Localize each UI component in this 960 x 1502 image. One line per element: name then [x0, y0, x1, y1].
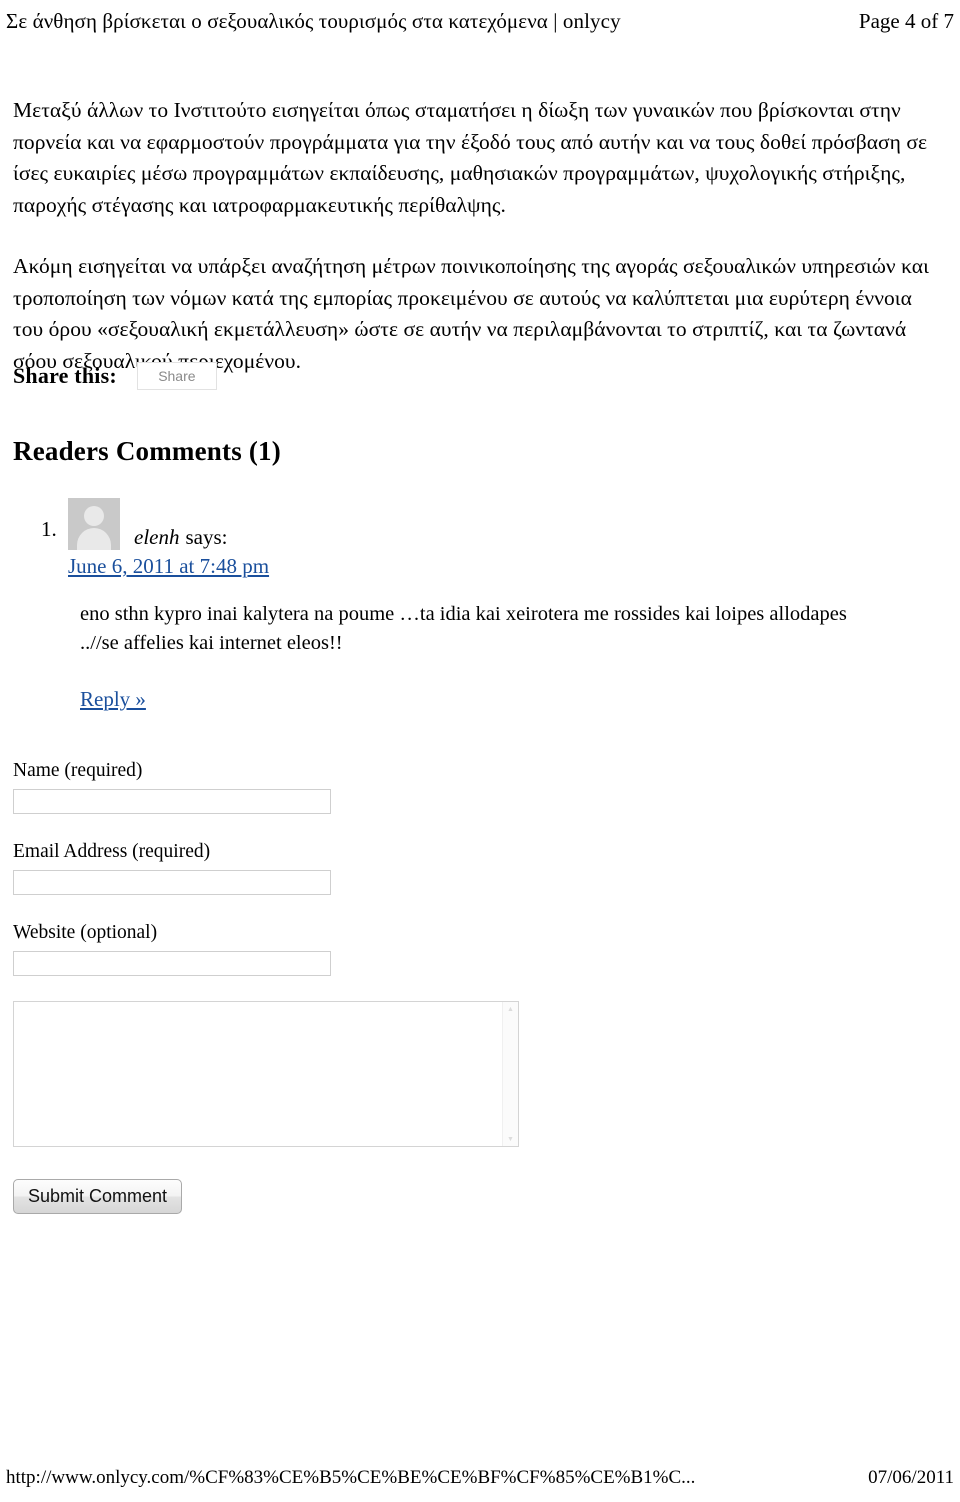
page-number-indicator: Page 4 of 7	[858, 9, 954, 33]
footer-date: 07/06/2011	[868, 1467, 954, 1488]
share-this-label: Share this:	[13, 363, 117, 388]
avatar-body-shape	[77, 528, 111, 550]
share-button[interactable]: Share	[136, 362, 217, 390]
comment-form: Name (required) Email Address (required)…	[13, 758, 533, 1214]
comment-date-link[interactable]: June 6, 2011 at 7:48 pm	[68, 552, 269, 580]
article-content: Μεταξύ άλλων το Ινστιτούτο εισηγείται όπ…	[13, 95, 941, 377]
comment-author-name: elenh	[134, 525, 180, 549]
name-field-label: Name (required)	[13, 760, 143, 781]
article-paragraph-2: Ακόμη εισηγείται να υπάρξει αναζήτηση μέ…	[13, 254, 929, 373]
article-paragraph-1: Μεταξύ άλλων το Ινστιτούτο εισηγείται όπ…	[13, 98, 928, 217]
avatar	[68, 498, 120, 550]
website-field-label: Website (optional)	[13, 922, 158, 943]
comment-body-text: eno sthn kypro inai kalytera na poume …t…	[80, 603, 847, 654]
website-input[interactable]	[13, 951, 331, 976]
footer-url: http://www.onlycy.com/%CF%83%CE%B5%CE%BE…	[6, 1467, 696, 1488]
avatar-head-shape	[84, 506, 104, 526]
scroll-up-arrow-icon[interactable]: ▲	[507, 1005, 514, 1013]
name-field-group: Name (required)	[13, 758, 533, 814]
share-section: Share this: Share	[13, 362, 217, 390]
comment-textarea[interactable]	[13, 1001, 519, 1147]
submit-comment-button[interactable]: Submit Comment	[13, 1179, 183, 1214]
comment-list: 1. elenh says: June 6, 2011 at 7:48 pm e…	[13, 498, 913, 712]
comment-textarea-wrapper: ▲ ▼	[13, 1001, 519, 1147]
comment-author-line: elenh says:	[120, 524, 227, 550]
reply-link[interactable]: Reply »	[80, 686, 146, 712]
readers-comments-heading: Readers Comments (1)	[13, 436, 281, 466]
scroll-down-arrow-icon[interactable]: ▼	[507, 1135, 514, 1143]
list-item: 1. elenh says: June 6, 2011 at 7:48 pm e…	[13, 498, 913, 712]
email-field-group: Email Address (required)	[13, 839, 533, 895]
page-footer: http://www.onlycy.com/%CF%83%CE%B5%CE%BE…	[0, 1464, 960, 1492]
comment-index-marker: 1.	[41, 517, 57, 541]
email-field-label: Email Address (required)	[13, 841, 211, 862]
page-header-title: Σε άνθηση βρίσκεται ο σεξουαλικός τουρισ…	[6, 9, 621, 33]
email-input[interactable]	[13, 870, 331, 895]
website-field-group: Website (optional)	[13, 920, 533, 976]
name-input[interactable]	[13, 789, 331, 814]
textarea-scrollbar[interactable]: ▲ ▼	[502, 1002, 518, 1146]
page-header: Σε άνθηση βρίσκεται ο σεξουαλικός τουρισ…	[0, 8, 960, 38]
comment-header: elenh says:	[68, 498, 913, 550]
comment-says-label: says:	[185, 525, 228, 549]
